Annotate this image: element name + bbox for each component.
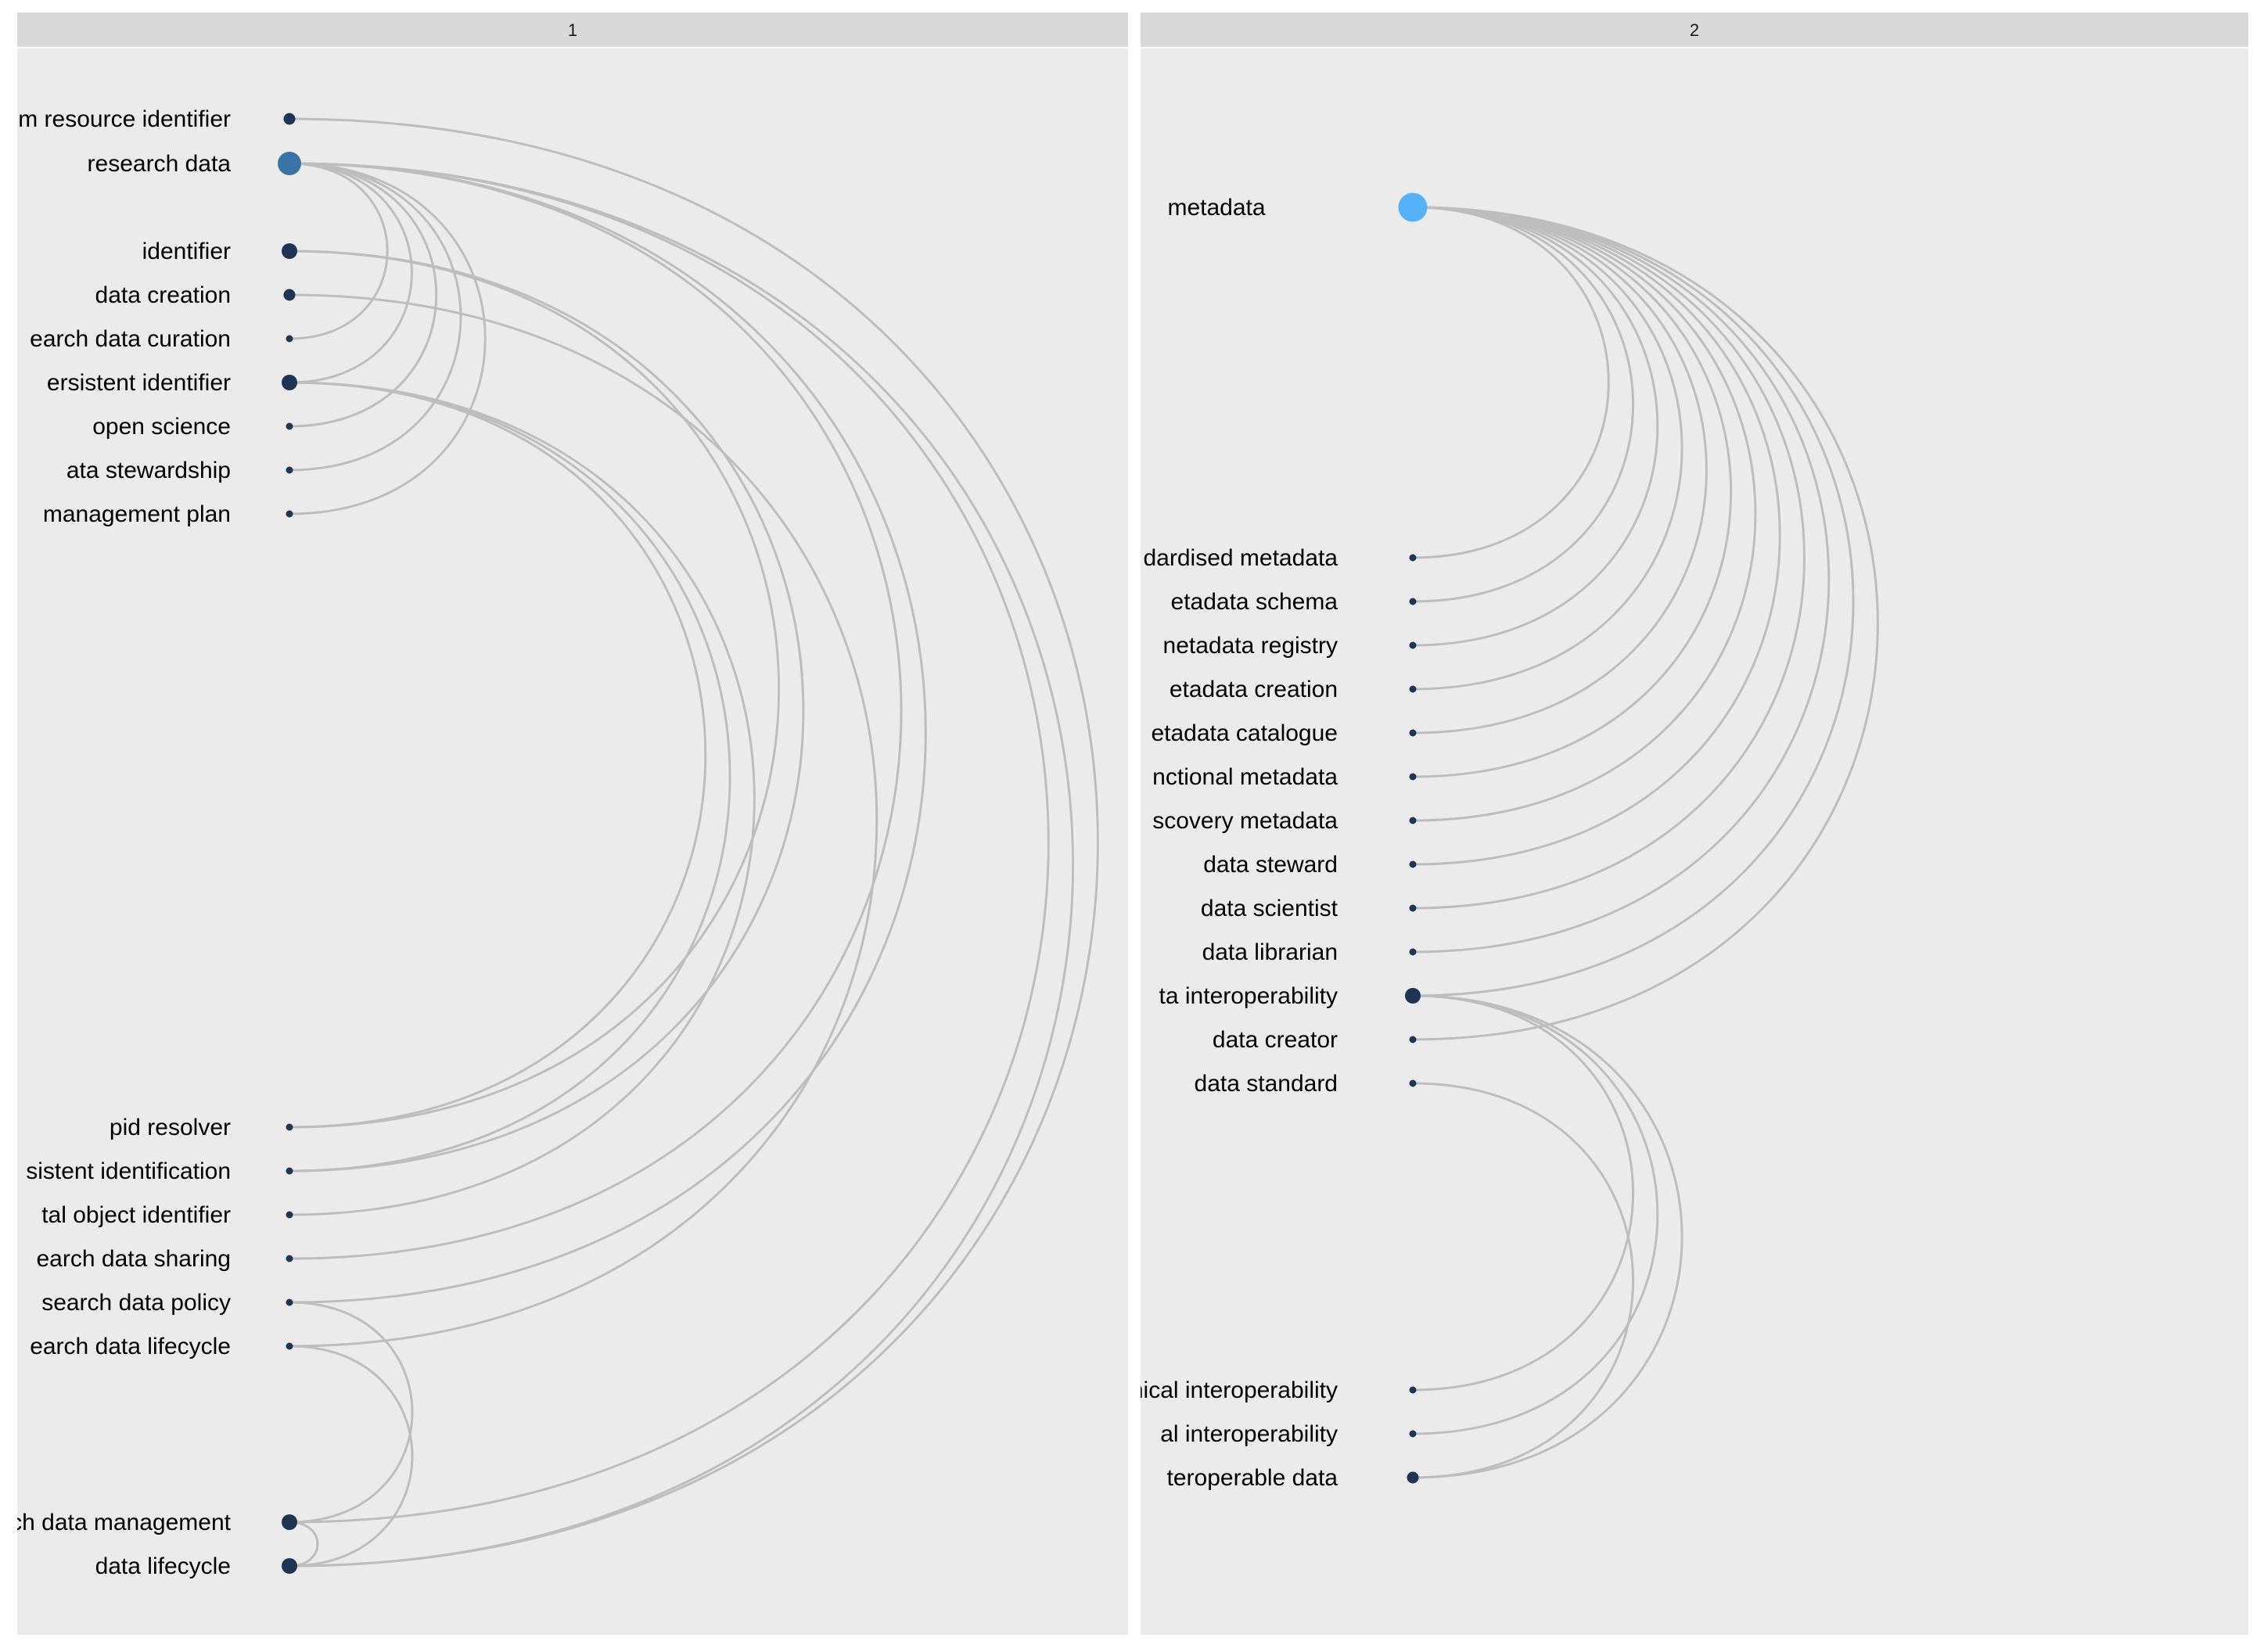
- node-ti: [1409, 1386, 1417, 1394]
- node-label-id: teroperable data: [1167, 1465, 1339, 1491]
- node-pid: [282, 375, 297, 390]
- node-ari: [283, 113, 296, 125]
- node-sm: [1409, 554, 1417, 562]
- node-dmp: [286, 510, 293, 518]
- node-dsc: [1409, 904, 1417, 912]
- node-label-dm: scovery metadata: [1152, 808, 1338, 834]
- node-label-pi: sistent identification: [26, 1158, 231, 1184]
- node-label-dmp: management plan: [43, 501, 231, 527]
- node-label-si: al interoperability: [1160, 1421, 1338, 1447]
- node-label-rdc: earch data curation: [30, 326, 231, 352]
- node-si: [1409, 1430, 1417, 1438]
- node-label-dlb: data librarian: [1202, 939, 1338, 965]
- panel-2: 2 metadata dardised metadata etadata schem…: [1130, 13, 2248, 1635]
- node-dstd: [1409, 1079, 1417, 1087]
- node-mcat: [1409, 729, 1417, 737]
- node-dc: [283, 289, 296, 301]
- node-ms: [1409, 598, 1417, 605]
- node-rds: [286, 1255, 293, 1262]
- node-label-os: open science: [92, 414, 231, 440]
- node-label-sm: dardised metadata: [1144, 545, 1339, 571]
- node-label-dcr: data creator: [1213, 1027, 1338, 1053]
- node-label-pid: ersistent identifier: [47, 370, 231, 396]
- node-label-ds: ata stewardship: [66, 458, 231, 483]
- node-label-dl: data lifecycle: [95, 1553, 231, 1579]
- node-label-rdp: search data policy: [41, 1290, 231, 1316]
- node-rdp: [286, 1298, 293, 1306]
- node-dcr: [1409, 1036, 1417, 1043]
- node-pr: [286, 1123, 293, 1131]
- node-label-idf: identifier: [142, 239, 231, 264]
- node-os: [286, 422, 293, 430]
- node-dm: [1409, 817, 1417, 824]
- node-label-meta: metadata: [1167, 195, 1265, 221]
- node-fm: [1409, 773, 1417, 781]
- node-label-rdl: earch data lifecycle: [30, 1334, 231, 1359]
- node-meta: [1398, 192, 1428, 222]
- panel-1: 1 m resource identifier research data iden…: [10, 13, 1128, 1635]
- node-label-mr: netadata registry: [1163, 633, 1338, 659]
- network-diagram: 1 m resource identifier research data iden…: [10, 13, 2248, 1635]
- panel-2-strip-label: 2: [1690, 20, 1699, 40]
- node-label-pr: pid resolver: [110, 1115, 231, 1140]
- node-dst: [1409, 860, 1417, 868]
- node-rdm: [282, 1514, 297, 1530]
- node-di: [1405, 988, 1421, 1004]
- node-label-dsc: data scientist: [1201, 896, 1339, 921]
- node-label-di: ta interoperability: [1159, 983, 1338, 1009]
- node-mr: [1409, 641, 1417, 649]
- node-dlb: [1409, 948, 1417, 956]
- node-label-fm: nctional metadata: [1152, 764, 1338, 790]
- node-label-mc: etadata creation: [1170, 677, 1338, 702]
- node-dl: [282, 1558, 297, 1574]
- node-id: [1407, 1471, 1419, 1484]
- node-doi: [286, 1211, 293, 1219]
- node-label-dstd: data standard: [1195, 1071, 1338, 1097]
- node-ds: [286, 466, 293, 474]
- node-label-ari: m resource identifier: [18, 106, 231, 132]
- node-label-rds: earch data sharing: [37, 1246, 232, 1272]
- node-pi: [286, 1167, 293, 1175]
- panel-1-strip-label: 1: [568, 20, 577, 40]
- node-label-mcat: etadata catalogue: [1151, 720, 1338, 746]
- node-rdl: [286, 1342, 293, 1350]
- node-label-rd: research data: [88, 151, 232, 177]
- node-label-dst: data steward: [1203, 852, 1338, 878]
- node-label-dc: data creation: [95, 282, 231, 308]
- node-label-ti: nical interoperability: [1130, 1377, 1338, 1403]
- node-label-ms: etadata schema: [1171, 589, 1339, 615]
- node-label-rdm: ch data management: [10, 1510, 232, 1535]
- node-label-doi: tal object identifier: [41, 1202, 231, 1228]
- node-mc: [1409, 685, 1417, 693]
- node-rdc: [286, 335, 293, 343]
- node-rd: [278, 152, 301, 175]
- node-idf: [282, 243, 297, 259]
